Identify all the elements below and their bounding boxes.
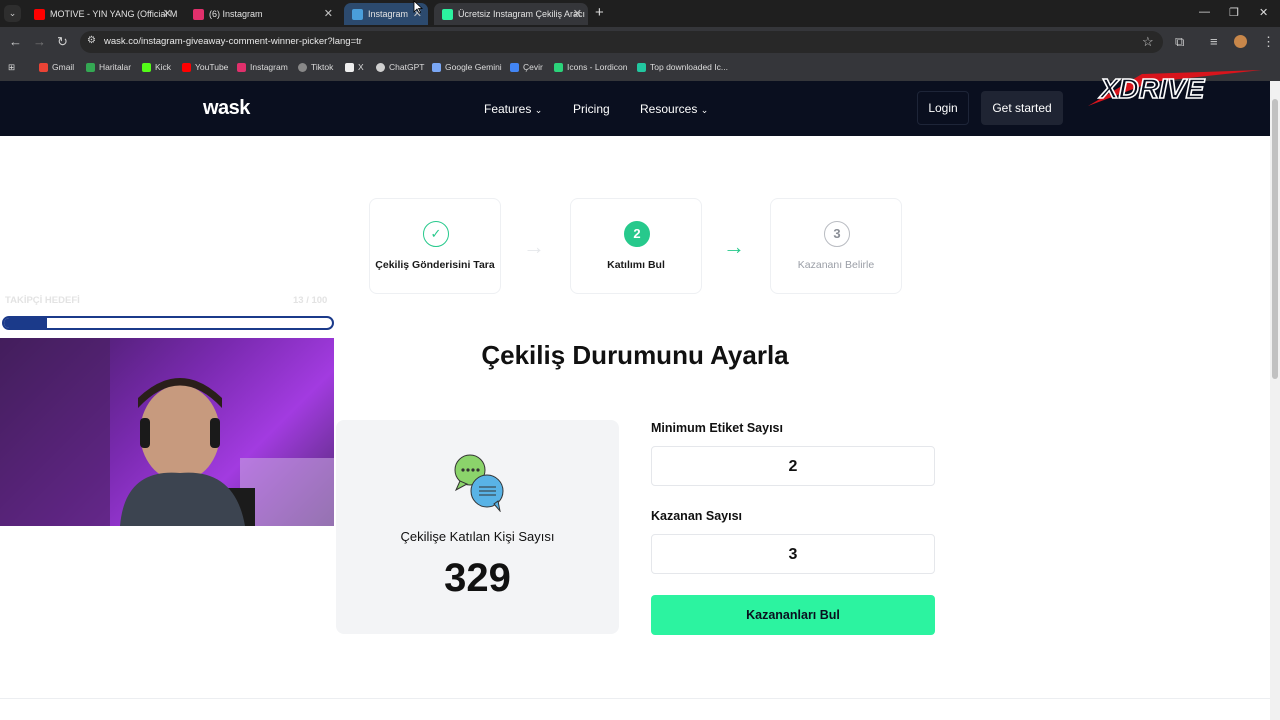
min-tag-input[interactable]: 2 [651,446,935,486]
follower-goal-bar [2,316,334,330]
webcam-feed [0,338,334,526]
tab-instagram[interactable]: (6) Instagram ✕ [185,3,339,25]
close-window-icon[interactable]: ✕ [1259,6,1268,19]
arrow-right-icon: → [723,234,745,259]
close-icon[interactable]: ✕ [324,7,333,20]
gemini-icon [352,8,363,20]
site-header [0,81,1270,136]
bookmark-gemini[interactable]: Google Gemini [432,62,502,72]
step-label: Kazananı Belirle [797,259,875,271]
chevron-down-icon: ⌄ [534,105,543,115]
bookmark-x[interactable]: X [345,62,364,72]
tab-wask[interactable]: Ücretsiz Instagram Çekiliş Aracı ✕ [434,3,588,25]
scrollbar-thumb[interactable] [1272,99,1278,379]
tab-youtube[interactable]: MOTIVE - YIN YANG (Official M ✕ [26,3,178,25]
media-icon[interactable]: ≡ [1210,34,1218,49]
min-tag-label: Minimum Etiket Sayısı [651,421,783,435]
winner-count-input[interactable]: 3 [651,534,935,574]
forward-icon[interactable]: → [33,34,46,49]
webcam-image [0,338,334,526]
step-label: Çekiliş Gönderisini Tara [375,259,495,271]
bookmark-lordicon[interactable]: Icons - Lordicon [554,62,627,72]
chat-bubbles-icon [454,454,504,512]
reload-icon[interactable]: ↻ [57,34,68,50]
participants-card [336,420,619,634]
winner-count-label: Kazanan Sayısı [651,509,743,523]
tab-search-icon[interactable]: ⌄ [4,5,21,22]
follower-goal-fill [4,318,47,328]
instagram-icon [237,62,246,72]
step-number: 3 [824,221,850,247]
bookmark-youtube[interactable]: YouTube [182,62,228,72]
step-scan-post: ✓ Çekiliş Gönderisini Tara [369,198,501,294]
step-find-participants: 2 Katılımı Bul [570,198,702,294]
mouse-cursor-icon [413,0,423,14]
step-label: Katılımı Bul [607,259,665,271]
bookmark-translate[interactable]: Çevir [510,62,543,72]
x-icon [345,62,354,72]
bookmark-top-downloaded[interactable]: Top downloaded Ic... [637,62,728,72]
follower-goal-count: 13 / 100 [293,295,328,306]
close-icon[interactable]: ✕ [573,7,582,20]
profile-avatar[interactable] [1234,35,1247,48]
chatgpt-icon [376,62,385,72]
arrow-right-icon: → [523,234,545,259]
url-text[interactable]: wask.co/instagram-giveaway-comment-winne… [104,36,362,47]
gemini-icon [432,62,441,72]
bookmark-chatgpt[interactable]: ChatGPT [376,62,424,72]
find-winners-button[interactable]: Kazananları Bul [651,595,935,635]
gmail-icon [39,62,48,72]
minimize-icon[interactable]: — [1199,6,1210,18]
get-started-button[interactable]: Get started [981,91,1063,125]
bookmark-tiktok[interactable]: Tiktok [298,62,333,72]
nav-resources[interactable]: Resources ⌄ [640,102,708,116]
instagram-icon [193,8,204,20]
tab-title: Ücretsiz Instagram Çekiliş Aracı [458,9,586,19]
participants-count: 329 [444,556,511,600]
wask-logo[interactable]: wask [203,97,250,120]
restore-icon[interactable]: ❐ [1229,6,1239,19]
close-icon[interactable]: ✕ [163,7,172,20]
check-icon: ✓ [423,221,449,247]
page-title: Çekiliş Durumunu Ayarla [481,340,789,370]
nav-pricing[interactable]: Pricing [573,102,610,116]
tab-title: MOTIVE - YIN YANG (Official M [50,9,178,19]
login-button[interactable]: Login [917,91,969,125]
xdrive-text: XDRIVE [1098,73,1206,104]
back-icon[interactable]: ← [9,34,22,49]
youtube-icon [34,8,45,20]
menu-icon[interactable]: ⋮ [1262,34,1275,50]
youtube-icon [182,62,191,72]
wask-favicon-icon [442,8,453,20]
nav-features[interactable]: Features ⌄ [484,102,542,116]
tiktok-icon [298,62,307,72]
bookmark-gmail[interactable]: Gmail [39,62,74,72]
xdrive-watermark-logo: XDRIVE [1088,70,1262,106]
tab-title: (6) Instagram [209,9,263,19]
bookmark-maps[interactable]: Haritalar [86,62,131,72]
bookmark-kick[interactable]: Kick [142,62,171,72]
follower-goal-label: TAKİPÇİ HEDEFİ [5,295,80,306]
bookmark-icon [637,62,646,72]
step-pick-winner: 3 Kazananı Belirle [770,198,902,294]
bookmark-star-icon[interactable]: ☆ [1142,34,1154,50]
bookmark-instagram[interactable]: Instagram [237,62,288,72]
tab-title: Instagram [368,9,409,19]
chevron-down-icon: ⌄ [700,105,709,115]
lordicon-icon [554,62,563,72]
participants-label: Çekilişe Katılan Kişi Sayısı [400,529,555,544]
site-info-icon[interactable]: ⚙ [87,35,96,46]
kick-icon [142,62,151,72]
new-tab-icon[interactable]: + [595,4,604,21]
apps-icon[interactable]: ⊞ [8,62,15,73]
translate-icon [510,62,519,72]
maps-icon [86,62,95,72]
step-number: 2 [624,221,650,247]
extensions-icon[interactable]: ⧉ [1175,34,1184,50]
section-divider [0,698,1270,699]
